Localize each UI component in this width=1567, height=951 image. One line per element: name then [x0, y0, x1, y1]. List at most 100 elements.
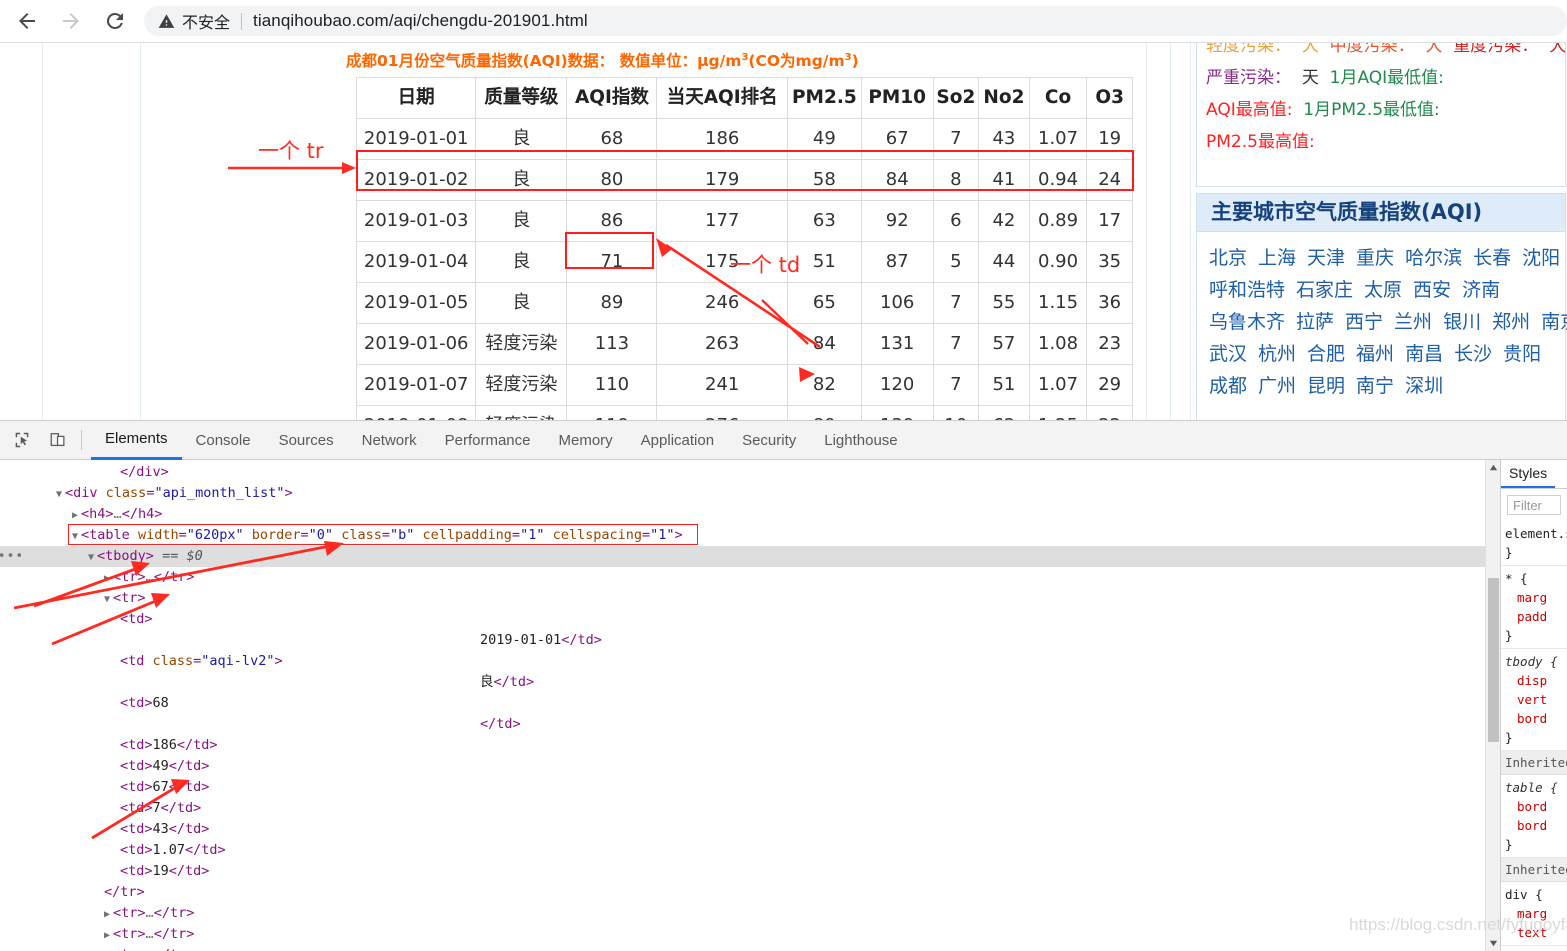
city-link[interactable]: 上海 [1258, 247, 1296, 269]
scroll-up-arrow-icon[interactable] [1486, 460, 1500, 475]
city-link[interactable]: 南昌 [1405, 343, 1443, 365]
styles-property[interactable]: disp [1505, 671, 1567, 690]
disclosure-triangle-icon[interactable]: ▶ [104, 930, 110, 941]
dom-node-row[interactable]: 良</td> [0, 672, 1500, 693]
city-link[interactable]: 兰州 [1394, 311, 1432, 333]
styles-rule[interactable]: element.style {} [1501, 521, 1567, 566]
dom-node-row[interactable]: <td>68 [0, 693, 1500, 714]
disclosure-triangle-icon[interactable]: ▶ [104, 909, 110, 920]
omnibox[interactable]: 不安全 tianqihoubao.com/aqi/chengdu-201901.… [144, 6, 1567, 36]
dom-node-row[interactable]: <td>49</td> [0, 756, 1500, 777]
city-link[interactable]: 沈阳 [1522, 247, 1560, 269]
city-link[interactable]: 杭州 [1258, 343, 1296, 365]
city-link[interactable]: 济南 [1462, 279, 1500, 301]
dom-node-row[interactable]: </tr> [0, 882, 1500, 903]
city-link[interactable]: 广州 [1258, 375, 1296, 397]
dom-node-row[interactable]: ••• ▼ <tbody> == $0 [0, 546, 1500, 567]
dom-node-row[interactable]: <td> [0, 609, 1500, 630]
city-link[interactable]: 哈尔滨 [1405, 247, 1462, 269]
tab-elements[interactable]: Elements [91, 421, 182, 460]
city-link[interactable]: 长春 [1473, 247, 1511, 269]
city-link[interactable]: 长沙 [1454, 343, 1492, 365]
disclosure-triangle-icon[interactable]: ▶ [72, 510, 78, 521]
inspect-element-icon[interactable] [8, 426, 36, 454]
tab-styles[interactable]: Styles [1501, 465, 1556, 488]
dom-node-row[interactable]: <td>67</td> [0, 777, 1500, 798]
styles-property[interactable]: marg [1505, 588, 1567, 607]
dom-node-row[interactable]: ▶<tr>…</tr> [0, 567, 1500, 588]
city-link[interactable]: 天津 [1307, 247, 1345, 269]
city-link[interactable]: 南京 [1541, 311, 1567, 333]
dom-node-row[interactable]: ▼ <table width="620px" border="0" class="… [0, 524, 1500, 546]
city-link[interactable]: 郑州 [1492, 311, 1530, 333]
dom-node-row[interactable]: <td>19</td> [0, 861, 1500, 882]
city-link[interactable]: 重庆 [1356, 247, 1394, 269]
dom-node-row[interactable]: ▶<tr>…</tr> [0, 903, 1500, 924]
city-link[interactable]: 乌鲁木齐 [1209, 311, 1285, 333]
disclosure-triangle-icon[interactable]: ▼ [88, 552, 94, 563]
city-link[interactable]: 成都 [1209, 375, 1247, 397]
back-arrow-icon[interactable] [10, 4, 44, 38]
dom-scrollbar[interactable] [1485, 460, 1500, 951]
styles-property[interactable]: marg [1505, 904, 1567, 923]
tab-application[interactable]: Application [627, 421, 728, 460]
forward-arrow-icon[interactable] [54, 4, 88, 38]
dom-node-row[interactable]: </div> [0, 462, 1500, 483]
dom-node-row[interactable]: </td> [0, 714, 1500, 735]
elements-dom-pane[interactable]: </div> ▼ <div class="api_month_list"> ▶ <h4>… [0, 460, 1500, 951]
city-link[interactable]: 南宁 [1356, 375, 1394, 397]
city-link[interactable]: 合肥 [1307, 343, 1345, 365]
city-link[interactable]: 深圳 [1405, 375, 1443, 397]
dom-node-row[interactable]: ▶<tr>…</tr> [0, 945, 1500, 951]
styles-property[interactable]: padd [1505, 607, 1567, 626]
city-link[interactable]: 银川 [1443, 311, 1481, 333]
city-link[interactable]: 北京 [1209, 247, 1247, 269]
city-link[interactable]: 西宁 [1345, 311, 1383, 333]
disclosure-triangle-icon[interactable]: ▶ [104, 573, 110, 584]
styles-property[interactable]: vert [1505, 690, 1567, 709]
styles-property[interactable]: text [1505, 923, 1567, 942]
dom-node-row[interactable]: <td>43</td> [0, 819, 1500, 840]
tab-network[interactable]: Network [348, 421, 431, 460]
tab-lighthouse[interactable]: Lighthouse [810, 421, 911, 460]
not-secure-warning-icon[interactable] [158, 13, 175, 30]
dom-node-row[interactable]: ▶<tr>…</tr> [0, 924, 1500, 945]
city-link[interactable]: 西安 [1413, 279, 1451, 301]
device-toolbar-icon[interactable] [44, 426, 72, 454]
city-link[interactable]: 昆明 [1307, 375, 1345, 397]
dom-scrollbar-thumb[interactable] [1488, 578, 1499, 742]
disclosure-triangle-icon[interactable]: ▼ [56, 489, 62, 500]
city-link[interactable]: 呼和浩特 [1209, 279, 1285, 301]
styles-rule[interactable]: table {bord bord} [1501, 775, 1567, 858]
dom-node-row[interactable]: <td class="aqi-lv2"> [0, 651, 1500, 672]
tab-memory[interactable]: Memory [545, 421, 627, 460]
dom-tree[interactable]: </div> ▼ <div class="api_month_list"> ▶ <h4>… [0, 460, 1500, 951]
dom-node-row[interactable]: <td>1.07</td> [0, 840, 1500, 861]
city-link[interactable]: 福州 [1356, 343, 1394, 365]
city-link[interactable]: 太原 [1364, 279, 1402, 301]
scroll-down-arrow-icon[interactable] [1486, 936, 1500, 951]
styles-property[interactable]: bord [1505, 816, 1567, 835]
styles-rule[interactable]: tbody {disp vert bord} [1501, 649, 1567, 751]
city-link[interactable]: 石家庄 [1296, 279, 1353, 301]
dom-node-row[interactable]: <td>7</td> [0, 798, 1500, 819]
styles-filter-input[interactable]: Filter [1507, 495, 1561, 515]
tab-performance[interactable]: Performance [431, 421, 545, 460]
styles-rule[interactable]: div {marg text [1501, 882, 1567, 946]
dom-node-row[interactable]: <td>186</td> [0, 735, 1500, 756]
dom-node-row[interactable]: ▶ <h4>…</h4> [0, 504, 1500, 525]
dom-node-row[interactable]: ▼ <tr> [0, 588, 1500, 609]
styles-rule[interactable]: * {marg padd} [1501, 566, 1567, 649]
styles-property[interactable]: bord [1505, 797, 1567, 816]
dom-node-row[interactable]: 2019-01-01</td> [0, 630, 1500, 651]
styles-property[interactable]: bord [1505, 709, 1567, 728]
tab-console[interactable]: Console [182, 421, 265, 460]
tab-sources[interactable]: Sources [265, 421, 348, 460]
overflow-dots-icon[interactable]: ••• [0, 546, 23, 567]
city-link[interactable]: 贵阳 [1503, 343, 1541, 365]
city-link[interactable]: 拉萨 [1296, 311, 1334, 333]
reload-icon[interactable] [98, 4, 132, 38]
tab-security[interactable]: Security [728, 421, 810, 460]
dom-node-row[interactable]: ▼ <div class="api_month_list"> [0, 483, 1500, 504]
disclosure-triangle-icon[interactable]: ▼ [104, 594, 110, 605]
